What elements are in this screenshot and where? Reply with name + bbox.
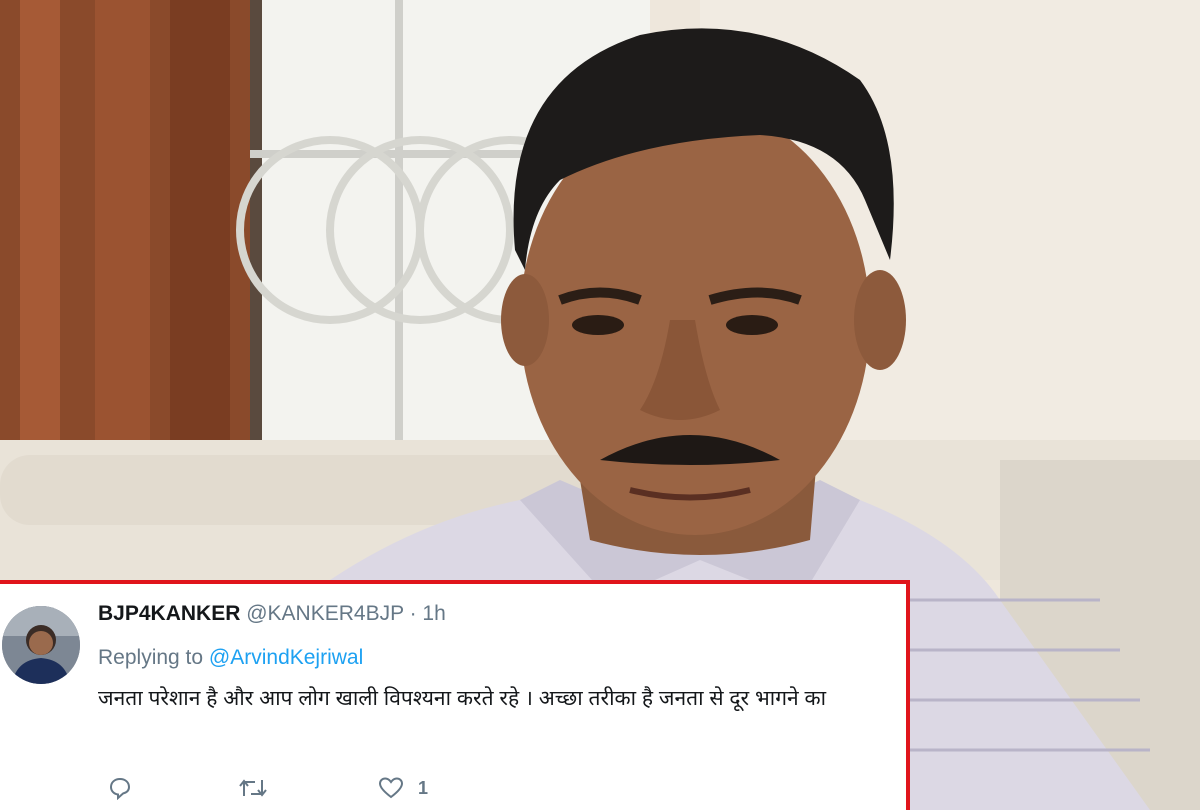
reply-icon [109, 777, 131, 800]
tweet-card[interactable]: BJP4KANKER @KANKER4BJP · 1h Replying to … [0, 580, 910, 810]
tweet-header: BJP4KANKER @KANKER4BJP · 1h [98, 602, 446, 626]
avatar[interactable] [2, 606, 80, 684]
tweet-actions: 1 [98, 776, 698, 804]
tweet-text: जनता परेशान है और आप लोग खाली विपश्यना क… [98, 687, 827, 710]
avatar-image [2, 606, 80, 684]
tweet-timestamp[interactable]: 1h [422, 602, 445, 625]
retweet-icon [239, 779, 267, 797]
like-button[interactable]: 1 [378, 776, 428, 800]
separator-dot: · [409, 602, 417, 625]
like-count: 1 [418, 777, 429, 798]
retweet-button[interactable] [238, 776, 268, 800]
reply-context: Replying to @ArvindKejriwal [98, 646, 363, 670]
display-name[interactable]: BJP4KANKER [98, 602, 240, 625]
user-handle[interactable]: @KANKER4BJP [246, 602, 404, 625]
heart-icon [378, 777, 404, 799]
reply-button[interactable] [108, 776, 132, 800]
reply-mention-link[interactable]: @ArvindKejriwal [209, 646, 363, 669]
reply-prefix: Replying to [98, 646, 204, 669]
